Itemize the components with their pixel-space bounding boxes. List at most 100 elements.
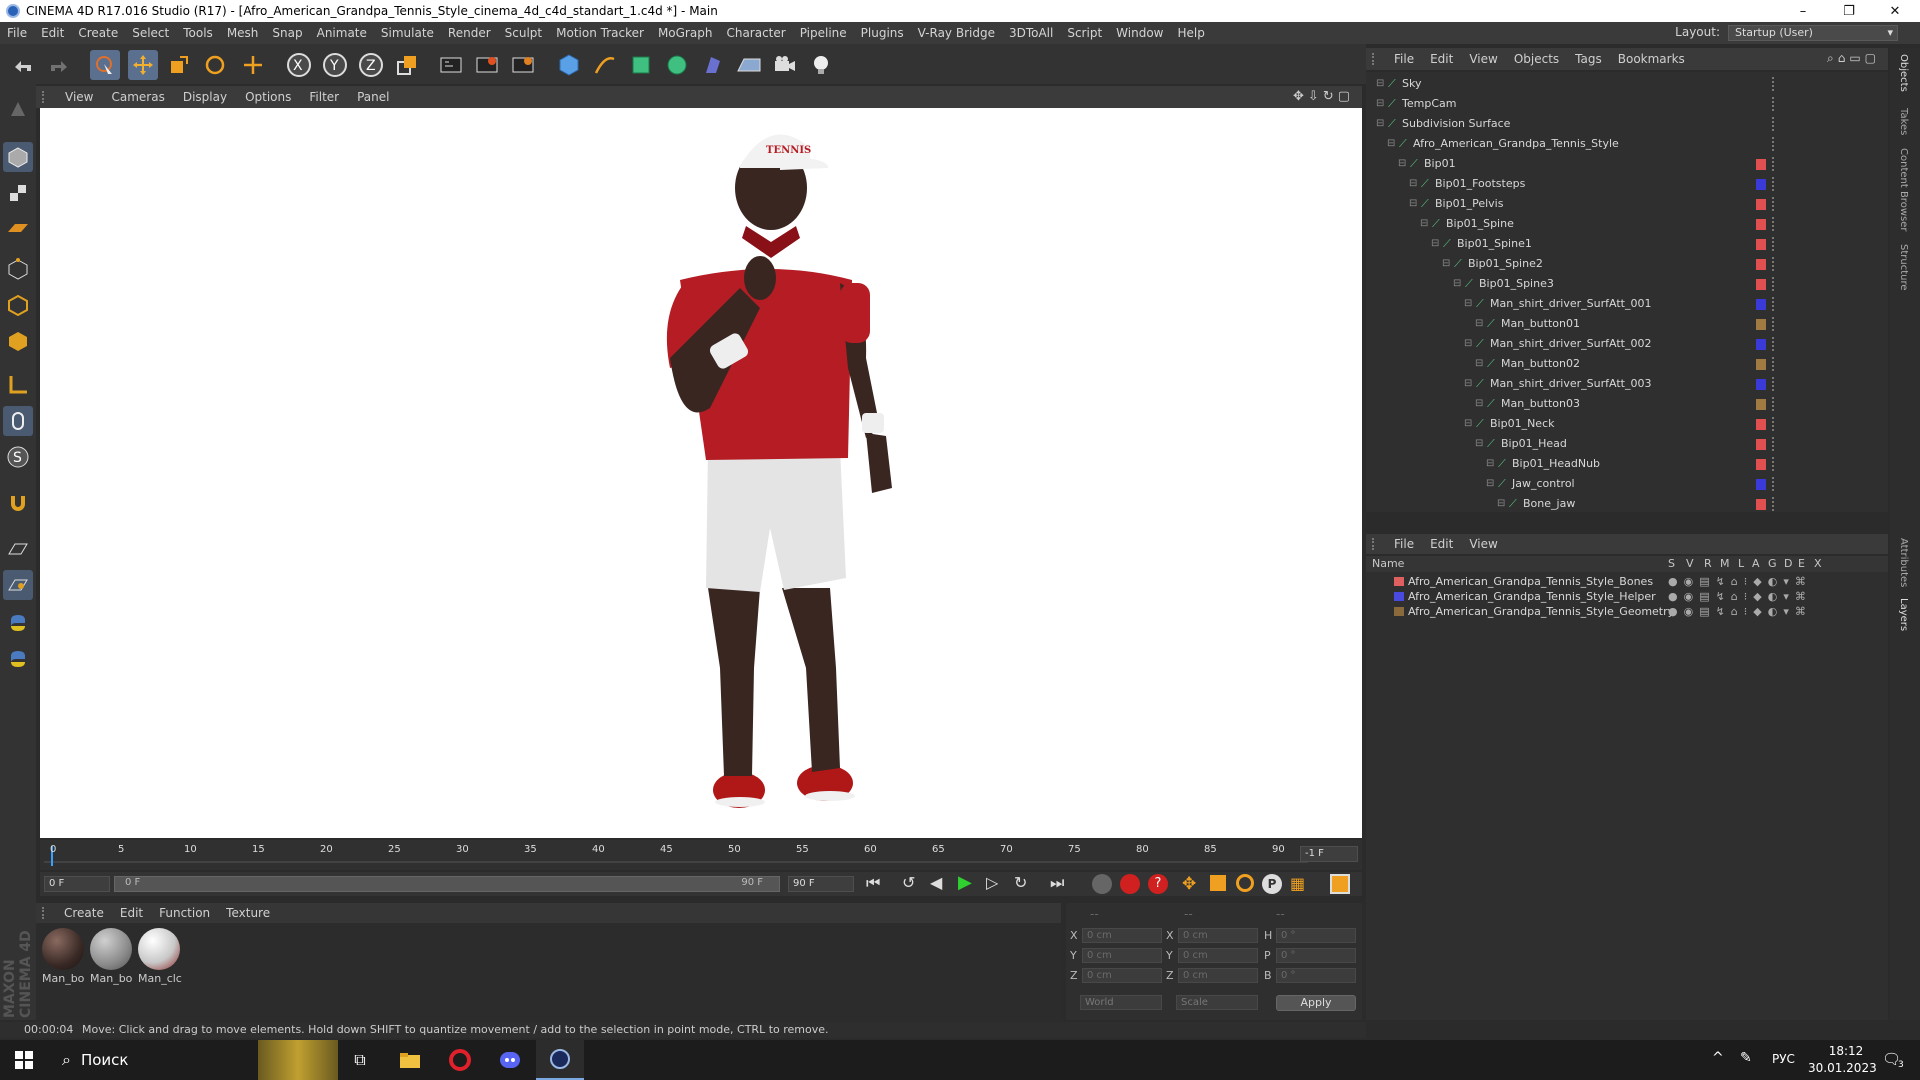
material-swatch[interactable]: Man_clc (138, 928, 182, 988)
expand-toggle-icon[interactable]: ⊟ (1475, 354, 1483, 374)
object-tree-row[interactable]: ⊟ ⟋ Afro_American_Grandpa_Tennis_Style (1366, 134, 1888, 154)
size-y-field[interactable]: 0 cm (1178, 948, 1258, 963)
model-mode-icon[interactable] (3, 142, 33, 172)
clock-time[interactable]: 18:12 (1818, 1044, 1874, 1058)
object-tree-row[interactable]: ⊟ ⟋ Jaw_control (1366, 474, 1888, 494)
menu-select[interactable]: Select (125, 26, 176, 40)
expand-toggle-icon[interactable]: ⊟ (1464, 294, 1472, 314)
deformer-bend-icon[interactable] (698, 50, 728, 80)
rotation-p-field[interactable]: 0 ° (1276, 948, 1356, 963)
expand-toggle-icon[interactable]: ⊟ (1475, 314, 1483, 334)
visibility-dots-icon[interactable] (1772, 217, 1776, 231)
tweak-mode-icon[interactable] (3, 406, 33, 436)
layer-color-swatch[interactable] (1756, 499, 1766, 510)
objects-menu-objects[interactable]: Objects (1506, 52, 1567, 66)
expand-toggle-icon[interactable]: ⊟ (1376, 114, 1384, 134)
objects-menu-bookmarks[interactable]: Bookmarks (1610, 52, 1693, 66)
search-home-icons[interactable]: ⌕⌂▭▢ (1827, 51, 1880, 66)
objects-menu-edit[interactable]: Edit (1422, 52, 1461, 66)
axis-mode-icon[interactable] (3, 370, 33, 400)
clock-date[interactable]: 30.01.2023 (1808, 1061, 1877, 1075)
key-rotation-icon[interactable] (1236, 874, 1254, 892)
expand-toggle-icon[interactable]: ⊟ (1453, 274, 1461, 294)
menu-file[interactable]: File (0, 26, 34, 40)
viewport-menu-panel[interactable]: Panel (348, 90, 398, 104)
menu-mesh[interactable]: Mesh (220, 26, 266, 40)
opera-browser-icon[interactable] (436, 1040, 484, 1080)
material-swatch[interactable]: Man_bo (90, 928, 134, 988)
viewport-nav-icons[interactable]: ✥⇩↻▢ (1293, 89, 1354, 104)
discord-icon[interactable] (486, 1040, 534, 1080)
redo-icon[interactable] (44, 50, 74, 80)
expand-toggle-icon[interactable]: ⊟ (1475, 434, 1483, 454)
visibility-dots-icon[interactable] (1772, 377, 1776, 391)
layer-row[interactable]: Afro_American_Grandpa_Tennis_Style_Bones… (1366, 574, 1888, 589)
subdivision-generator-icon[interactable] (626, 50, 656, 80)
y-axis-lock-icon[interactable]: Y (320, 50, 350, 80)
layer-row[interactable]: Afro_American_Grandpa_Tennis_Style_Helpe… (1366, 589, 1888, 604)
size-z-field[interactable]: 0 cm (1178, 968, 1258, 983)
cube-primitive-icon[interactable] (554, 50, 584, 80)
layer-color-swatch[interactable] (1756, 279, 1766, 290)
object-tree-row[interactable]: ⊟ ⟋ Bip01_Pelvis (1366, 194, 1888, 214)
expand-toggle-icon[interactable]: ⊟ (1387, 134, 1395, 154)
expand-toggle-icon[interactable]: ⊟ (1398, 154, 1406, 174)
menu-pipeline[interactable]: Pipeline (793, 26, 854, 40)
task-view-icon[interactable]: ⧉ (336, 1040, 384, 1080)
cinema4d-taskbar-icon[interactable] (536, 1040, 584, 1080)
objects-menu-tags[interactable]: Tags (1567, 52, 1610, 66)
layout-dropdown[interactable]: Startup (User) ▾ (1728, 25, 1898, 41)
python-script-icon[interactable] (3, 608, 33, 638)
layer-toggle-icons[interactable]: ●◉▤↯⌂⁝◆◐▾⌘ (1668, 589, 1812, 604)
menu-animate[interactable]: Animate (310, 26, 374, 40)
previous-frame-icon[interactable]: ◀ (930, 873, 942, 892)
timeline-window-icon[interactable] (1330, 874, 1350, 894)
object-tree-row[interactable]: ⊟ ⟋ Man_shirt_driver_SurfAtt_003 (1366, 374, 1888, 394)
layer-color-swatch[interactable] (1756, 159, 1766, 170)
visibility-dots-icon[interactable] (1772, 477, 1776, 491)
layer-color-swatch[interactable] (1756, 139, 1766, 150)
position-x-field[interactable]: 0 cm (1082, 928, 1162, 943)
viewport-menu-options[interactable]: Options (236, 90, 300, 104)
coordinate-mode-dropdown[interactable]: Scale (1176, 995, 1258, 1010)
object-tree-row[interactable]: ⊟ ⟋ Man_shirt_driver_SurfAtt_001 (1366, 294, 1888, 314)
expand-toggle-icon[interactable]: ⊟ (1442, 254, 1450, 274)
menu-edit[interactable]: Edit (34, 26, 71, 40)
layer-color-swatch[interactable] (1756, 319, 1766, 330)
object-tree-row[interactable]: ⊟ ⟋ Bone_jaw (1366, 494, 1888, 514)
object-tree-row[interactable]: ⊟ ⟋ Bip01_Spine2 (1366, 254, 1888, 274)
layer-color-swatch[interactable] (1756, 119, 1766, 130)
object-tree-row[interactable]: ⊟ ⟋ Man_button01 (1366, 314, 1888, 334)
visibility-dots-icon[interactable] (1772, 97, 1776, 111)
visibility-dots-icon[interactable] (1772, 277, 1776, 291)
maximize-button[interactable]: ❐ (1826, 0, 1872, 22)
recent-tool-icon[interactable] (238, 50, 268, 80)
rotate-tool-icon[interactable] (200, 50, 230, 80)
object-tree-row[interactable]: ⊟ ⟋ Subdivision Surface (1366, 114, 1888, 134)
layer-color-swatch[interactable] (1756, 339, 1766, 350)
autokeying-icon[interactable]: ? (1148, 874, 1168, 894)
viewport-menu-cameras[interactable]: Cameras (102, 90, 173, 104)
menu-tools[interactable]: Tools (176, 26, 220, 40)
cloner-array-icon[interactable] (662, 50, 692, 80)
key-scale-icon[interactable] (1210, 875, 1226, 891)
render-to-picture-viewer-icon[interactable] (472, 50, 502, 80)
object-tree-row[interactable]: ⊟ ⟋ Bip01_Spine (1366, 214, 1888, 234)
python-script-2-icon[interactable] (3, 644, 33, 674)
tray-chevron-up-icon[interactable]: ^ (1712, 1050, 1724, 1066)
size-x-field[interactable]: 0 cm (1178, 928, 1258, 943)
expand-toggle-icon[interactable]: ⊟ (1475, 394, 1483, 414)
scale-tool-icon[interactable] (164, 50, 194, 80)
visibility-dots-icon[interactable] (1772, 197, 1776, 211)
undo-icon[interactable] (8, 50, 38, 80)
tab-layers[interactable]: Layers (1898, 598, 1909, 631)
end-frame-field[interactable]: 90 F (788, 876, 854, 892)
object-tree-row[interactable]: ⊟ ⟋ Man_button03 (1366, 394, 1888, 414)
layer-color-swatch[interactable] (1756, 299, 1766, 310)
expand-toggle-icon[interactable]: ⊟ (1497, 494, 1505, 514)
object-tree-row[interactable]: ⊟ ⟋ Bip01_HeadNub (1366, 454, 1888, 474)
layer-color-swatch[interactable] (1756, 459, 1766, 470)
coordinate-system-icon[interactable] (392, 50, 422, 80)
viewport-menu-view[interactable]: View (56, 90, 102, 104)
current-frame-field[interactable]: -1 F (1300, 846, 1358, 862)
